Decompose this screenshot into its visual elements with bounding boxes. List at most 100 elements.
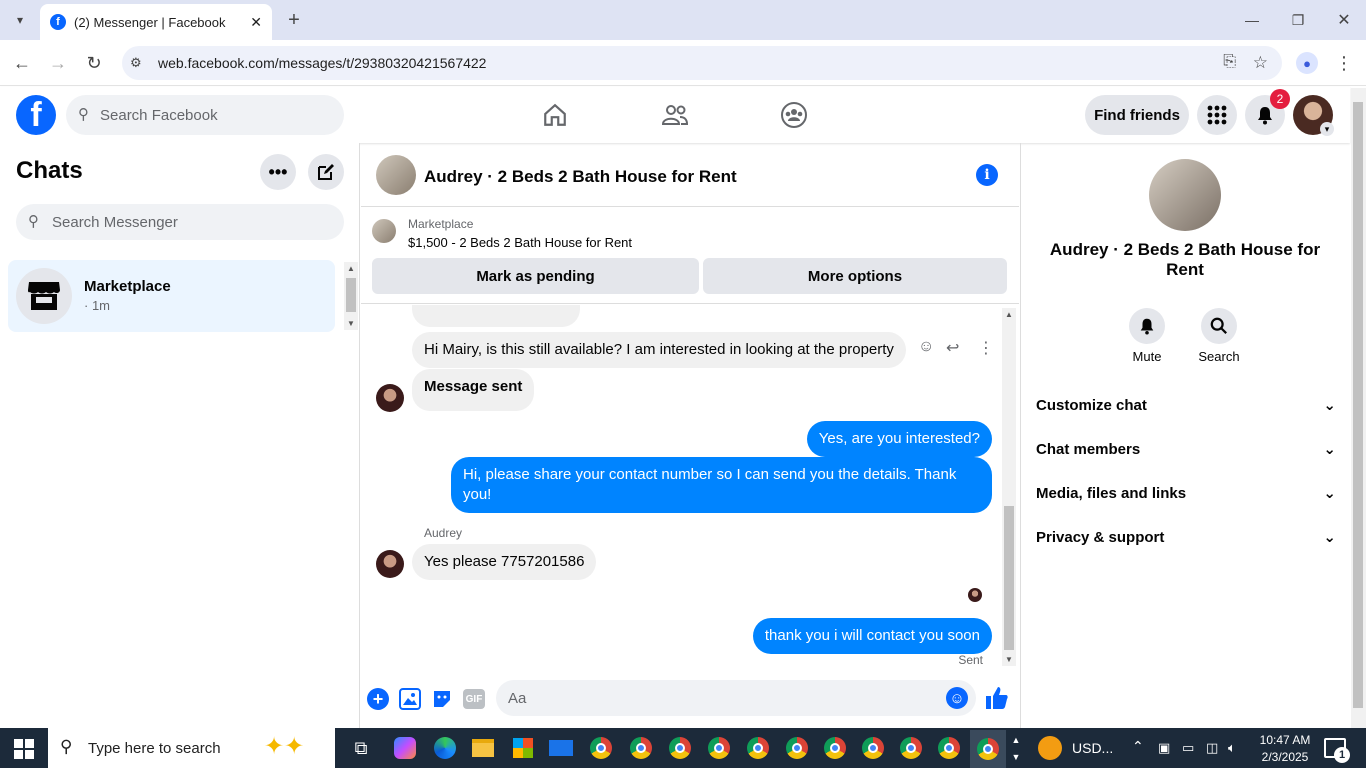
new-tab-icon[interactable]: + <box>282 8 306 32</box>
find-friends-button[interactable]: Find friends <box>1085 95 1189 135</box>
restore-icon[interactable]: ❐ <box>1286 8 1310 32</box>
new-message-button[interactable] <box>308 154 344 190</box>
show-hidden-icons-icon[interactable]: ⌃ <box>1132 738 1144 755</box>
page-scrollbar[interactable] <box>1351 88 1366 728</box>
menu-grid-button[interactable] <box>1197 95 1237 135</box>
chrome-taskbar-icon[interactable] <box>743 734 773 762</box>
sender-avatar[interactable] <box>376 550 404 578</box>
mail-icon[interactable] <box>546 734 576 762</box>
currency-widget-label[interactable]: USD... <box>1072 740 1113 756</box>
chats-more-options-icon[interactable]: ••• <box>260 154 296 190</box>
facebook-logo-icon[interactable]: f <box>16 95 56 135</box>
gif-icon[interactable]: GIF <box>463 689 485 709</box>
message-bubble[interactable]: Hi Mairy, is this still available? I am … <box>412 332 906 368</box>
photo-icon[interactable] <box>399 688 421 710</box>
media-files-links-section[interactable]: Media, files and links ⌄ <box>1036 481 1336 505</box>
message-bubble[interactable]: thank you i will contact you soon <box>752 618 992 654</box>
copilot-icon[interactable] <box>390 734 420 762</box>
chrome-taskbar-icon[interactable] <box>665 734 695 762</box>
privacy-support-section[interactable]: Privacy & support ⌄ <box>1036 525 1336 549</box>
browser-menu-icon[interactable]: ⋮ <box>1334 52 1354 74</box>
chat-list-scroll-thumb[interactable] <box>346 278 356 312</box>
forward-icon[interactable]: → <box>46 51 70 75</box>
plus-icon[interactable]: + <box>367 688 389 710</box>
minimize-icon[interactable]: — <box>1240 8 1264 32</box>
search-conversation-button[interactable] <box>1201 308 1237 344</box>
profile-icon[interactable]: ● <box>1296 52 1318 74</box>
message-bubble[interactable]: Yes please 7757201586 <box>412 544 597 580</box>
listing-thumbnail[interactable] <box>372 219 396 243</box>
store-icon[interactable] <box>508 734 538 762</box>
message-more-icon[interactable]: ⋮ <box>978 338 994 358</box>
conversation-title[interactable]: Audrey · 2 Beds 2 Bath House for Rent <box>424 167 737 187</box>
message-bubble[interactable]: Yes, are you interested? <box>806 421 992 457</box>
info-icon[interactable]: i <box>976 164 998 186</box>
react-emoji-icon[interactable]: ☺ <box>918 338 934 356</box>
listing-title[interactable]: $1,500 - 2 Beds 2 Bath House for Rent <box>408 235 632 250</box>
network-icon[interactable]: ◫ <box>1206 740 1218 756</box>
taskbar-search-input[interactable]: ⚲ Type here to search ✦✦ <box>48 728 335 768</box>
currency-widget-icon[interactable] <box>1038 736 1062 760</box>
chrome-taskbar-icon[interactable] <box>934 734 964 762</box>
address-bar[interactable]: ⚙ web.facebook.com/messages/t/2938032042… <box>122 46 1282 80</box>
groups-icon[interactable] <box>779 100 809 130</box>
chrome-taskbar-icon[interactable] <box>896 734 926 762</box>
mark-as-pending-button[interactable]: Mark as pending <box>372 258 699 294</box>
install-app-icon[interactable]: ⎘ <box>1223 53 1236 71</box>
task-view-icon[interactable]: ⧉ <box>346 734 376 762</box>
sticker-icon[interactable] <box>431 688 453 710</box>
meet-now-icon[interactable]: ▣ <box>1158 740 1170 756</box>
chrome-taskbar-icon[interactable] <box>704 734 734 762</box>
chrome-taskbar-icon[interactable] <box>626 734 656 762</box>
edge-icon[interactable] <box>430 734 460 762</box>
volume-icon[interactable]: 🔈︎ <box>1228 740 1236 756</box>
battery-icon[interactable]: ▭ <box>1182 740 1194 756</box>
friends-icon[interactable] <box>660 100 690 130</box>
chat-members-section[interactable]: Chat members ⌄ <box>1036 437 1336 461</box>
messenger-search-input[interactable]: ⚲ Search Messenger <box>16 204 344 240</box>
taskbar-overflow-chevrons-icon[interactable]: ▲ ▼ <box>1010 732 1022 766</box>
message-bubble[interactable]: Hi, please share your contact number so … <box>451 457 992 513</box>
file-explorer-icon[interactable] <box>468 734 498 762</box>
chrome-taskbar-icon[interactable] <box>858 734 888 762</box>
marketplace-store-icon <box>16 268 72 324</box>
scroll-up-arrow-icon[interactable]: ▲ <box>1005 310 1013 319</box>
reload-icon[interactable]: ↻ <box>82 51 106 75</box>
scroll-down-arrow-icon[interactable]: ▼ <box>347 319 355 328</box>
clock[interactable]: 10:47 AM 2/3/2025 <box>1254 732 1316 766</box>
conversation-avatar[interactable] <box>376 155 416 195</box>
bookmark-star-icon[interactable]: ☆ <box>1253 53 1268 73</box>
account-chevron-icon[interactable]: ▾ <box>1320 122 1334 136</box>
emoji-icon[interactable]: ☺ <box>946 687 968 709</box>
mute-button[interactable] <box>1129 308 1165 344</box>
message-bubble[interactable]: Message sent <box>412 369 535 411</box>
windows-start-icon[interactable] <box>14 739 34 759</box>
details-avatar[interactable] <box>1149 159 1221 231</box>
chrome-taskbar-icon[interactable] <box>586 734 616 762</box>
chrome-taskbar-icon[interactable] <box>782 734 812 762</box>
page-scroll-thumb[interactable] <box>1353 102 1363 708</box>
thumbs-up-icon[interactable] <box>985 685 1009 711</box>
scroll-up-arrow-icon[interactable]: ▲ <box>347 264 355 273</box>
customize-chat-section[interactable]: Customize chat ⌄ <box>1036 393 1336 417</box>
home-icon[interactable] <box>540 100 570 130</box>
messages-scroll-thumb[interactable] <box>1004 506 1014 650</box>
scroll-down-arrow-icon[interactable]: ▼ <box>1005 655 1013 664</box>
site-info-icon[interactable]: ⚙ <box>130 55 142 71</box>
messages-area: Hi Mairy, is this still available? I am … <box>361 305 1019 671</box>
chrome-taskbar-icon-active[interactable] <box>970 730 1006 768</box>
sender-avatar[interactable] <box>376 384 404 412</box>
facebook-search-input[interactable]: ⚲ Search Facebook <box>66 95 344 135</box>
reply-icon[interactable]: ↩ <box>946 338 959 358</box>
close-tab-icon[interactable]: ✕ <box>250 14 262 31</box>
more-options-button[interactable]: More options <box>703 258 1007 294</box>
close-window-icon[interactable]: ✕ <box>1332 8 1356 32</box>
back-icon[interactable]: ← <box>10 51 34 75</box>
tab-list-chevron-icon[interactable]: ▾ <box>8 8 32 32</box>
chat-list-scrollbar[interactable]: ▲ ▼ <box>344 262 358 330</box>
message-input[interactable]: Aa <box>496 680 976 716</box>
browser-tab[interactable]: f (2) Messenger | Facebook ✕ <box>40 4 272 40</box>
messages-scrollbar[interactable]: ▲ ▼ <box>1002 308 1016 666</box>
chrome-taskbar-icon[interactable] <box>820 734 850 762</box>
chat-list-item[interactable]: Marketplace · 1m <box>8 260 335 332</box>
